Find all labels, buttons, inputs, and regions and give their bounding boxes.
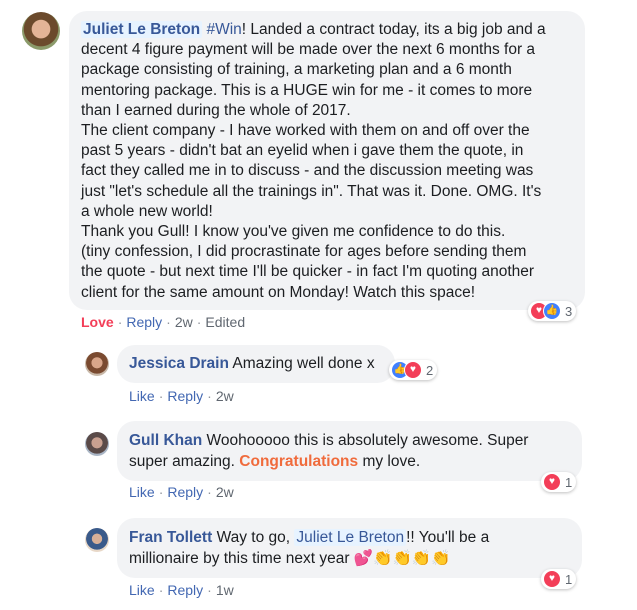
main-comment-text: Juliet Le Breton #Win! Landed a contract… [81,21,546,301]
reaction-count: 1 [565,571,573,587]
jessica-reactions[interactable]: 👍 ♥ 2 [389,360,438,380]
reaction-count: 1 [565,474,573,490]
fran-avatar[interactable] [85,528,109,552]
comment-author-gull[interactable]: Gull Khan [129,432,202,449]
reply-button[interactable]: Reply [126,314,162,330]
comment-time[interactable]: 2w [175,314,193,330]
love-button[interactable]: Love [81,314,114,330]
mention-juliet[interactable]: Juliet Le Breton [294,529,407,546]
main-comment-bubble: Juliet Le Breton #Win! Landed a contract… [69,11,585,310]
reply-button[interactable]: Reply [167,484,203,500]
comment-author-jessica[interactable]: Jessica Drain [129,355,229,372]
comment-author-fran[interactable]: Fran Tollett [129,529,212,546]
fran-reactions[interactable]: ♥ 1 [541,569,577,589]
comment-time[interactable]: 1w [216,582,234,598]
edited-label[interactable]: Edited [205,314,245,330]
emoji-hearts-clapping: 💕👏👏👏👏 [353,550,451,567]
gull-avatar[interactable] [85,432,109,456]
like-button[interactable]: Like [129,582,155,598]
main-reactions[interactable]: ♥ 👍 3 [528,301,577,321]
congratulations-highlight: Congratulations [239,453,359,470]
reply-button[interactable]: Reply [167,388,203,404]
like-reaction-icon: 👍 [543,302,561,320]
main-comment-actions: Love · Reply · 2w · Edited [81,314,246,330]
gull-reactions[interactable]: ♥ 1 [541,472,577,492]
jessica-avatar[interactable] [85,352,109,376]
reply-actions-gull: Like · Reply · 2w [129,484,234,500]
heart-reaction-icon: ♥ [543,473,561,491]
heart-reaction-icon: ♥ [543,570,561,588]
heart-reaction-icon: ♥ [404,361,422,379]
like-button[interactable]: Like [129,484,155,500]
reply-actions-fran: Like · Reply · 1w [129,582,234,598]
comment-time[interactable]: 2w [216,388,234,404]
reaction-count: 3 [565,303,573,319]
comment-time[interactable]: 2w [216,484,234,500]
reply-bubble-jessica: Jessica Drain Amazing well done x [117,345,395,383]
reply-bubble-gull: Gull Khan Woohooooo this is absolutely a… [117,421,582,481]
juliet-avatar[interactable] [22,12,60,50]
like-button[interactable]: Like [129,388,155,404]
hashtag-win[interactable]: #Win [206,21,241,38]
reply-actions-jessica: Like · Reply · 2w [129,388,234,404]
reply-bubble-fran: Fran Tollett Way to go, Juliet Le Breton… [117,518,582,578]
reaction-count: 2 [426,362,434,378]
reply-button[interactable]: Reply [167,582,203,598]
comment-author-juliet[interactable]: Juliet Le Breton [81,21,203,38]
reply-text-jessica: Amazing well done x [232,355,375,372]
